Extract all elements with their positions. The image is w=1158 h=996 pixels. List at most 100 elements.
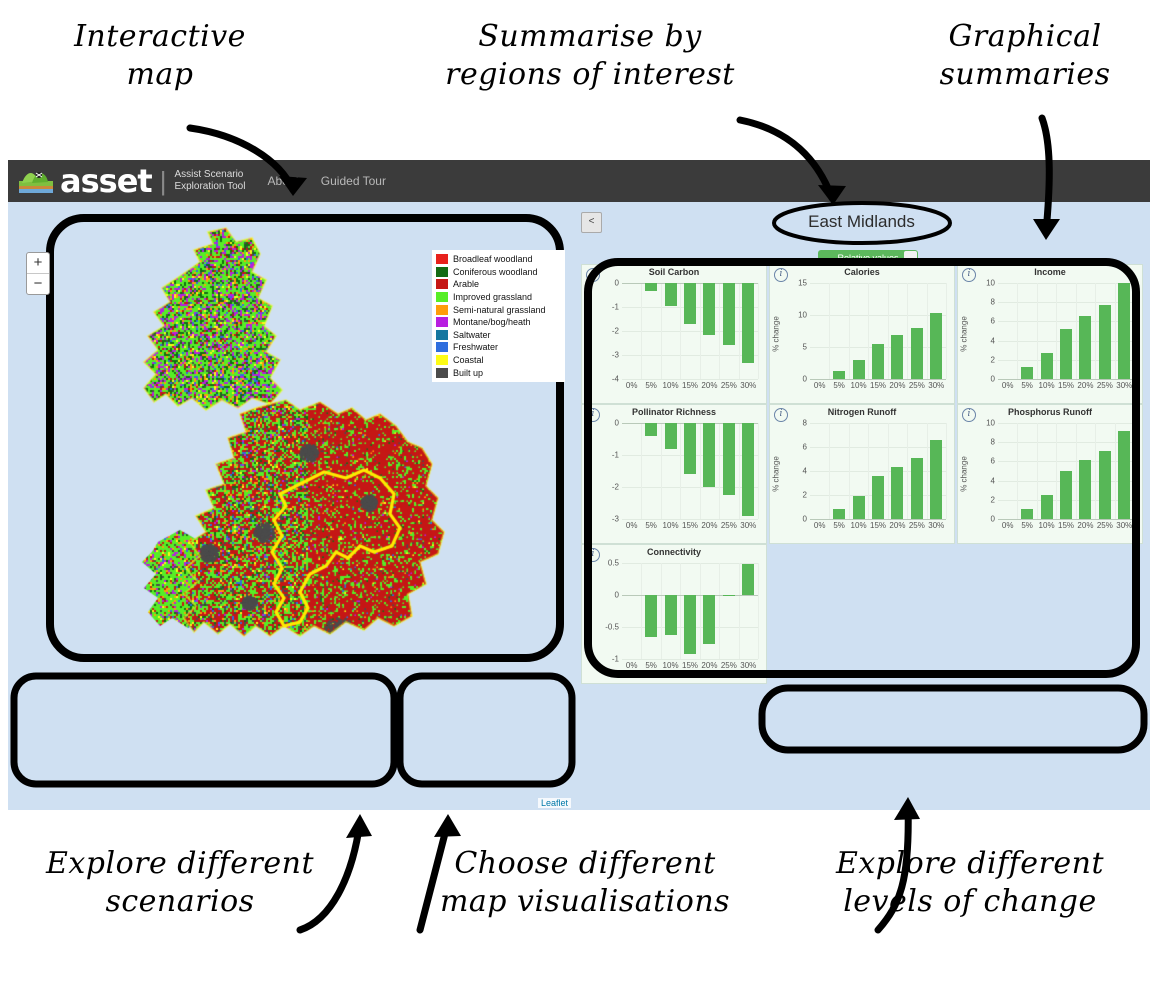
bar[interactable]: [665, 283, 677, 306]
bar[interactable]: [930, 440, 942, 519]
bar[interactable]: [1041, 353, 1053, 379]
zoom-out-button[interactable]: −: [27, 274, 49, 294]
bar[interactable]: [911, 328, 923, 379]
x-tick-label: 25%: [721, 661, 737, 670]
vertical-gridline: [1095, 423, 1096, 519]
chart-card: i Pollinator Richness% change 0 -1 -2 -3 0% 5% 1…: [581, 404, 767, 544]
legend-label: Montane/bog/heath: [453, 317, 531, 327]
bar[interactable]: [703, 595, 715, 644]
bar[interactable]: [1041, 495, 1053, 519]
vertical-gridline: [907, 423, 908, 519]
vertical-gridline: [641, 563, 642, 659]
y-tick-label: 2: [991, 495, 995, 504]
bar[interactable]: [684, 423, 696, 474]
y-tick-label: -1: [612, 303, 619, 312]
chart-title: Calories: [770, 267, 954, 277]
bar[interactable]: [891, 335, 903, 379]
bar[interactable]: [684, 595, 696, 654]
bar[interactable]: [930, 313, 942, 379]
bar[interactable]: [1060, 471, 1072, 519]
y-tick-label: 0: [615, 279, 619, 288]
x-tick-label: 25%: [721, 381, 737, 390]
chart-title: Soil Carbon: [582, 267, 766, 277]
vertical-gridline: [1076, 423, 1077, 519]
bar[interactable]: [853, 496, 865, 519]
legend-item: Built up: [436, 366, 561, 379]
annotation-interactive-map: Interactive map: [20, 18, 300, 95]
nav-link-about[interactable]: About: [267, 174, 298, 188]
y-tick-label: -3: [612, 351, 619, 360]
bar[interactable]: [1118, 431, 1130, 519]
bar[interactable]: [1079, 316, 1091, 379]
chart-card: i Soil Carbon% change 0 -1 -2 -3 -4 0% 5% 10% 15% 2…: [581, 264, 767, 404]
y-axis-label: % change: [583, 456, 592, 492]
zero-line: [998, 379, 1134, 380]
bar[interactable]: [742, 564, 754, 595]
bar[interactable]: [665, 423, 677, 449]
x-tick-label: 0%: [626, 661, 638, 670]
bar[interactable]: [723, 423, 735, 495]
zoom-in-button[interactable]: +: [27, 253, 49, 274]
bar[interactable]: [723, 595, 735, 596]
y-tick-label: 0: [615, 591, 619, 600]
chart-grid: i Soil Carbon% change 0 -1 -2 -3 -4 0% 5% 10% 15% 2…: [581, 264, 1143, 684]
bar[interactable]: [833, 509, 845, 519]
bar[interactable]: [645, 595, 657, 637]
x-tick-label: 10%: [1039, 381, 1055, 390]
vertical-gridline: [849, 283, 850, 379]
bar[interactable]: [1118, 283, 1130, 379]
bar[interactable]: [703, 423, 715, 487]
x-tick-label: 10%: [663, 521, 679, 530]
bar[interactable]: [833, 371, 845, 379]
bar[interactable]: [665, 595, 677, 635]
vertical-gridline: [1115, 283, 1116, 379]
legend-swatch: [436, 305, 448, 315]
x-tick-label: 5%: [833, 521, 845, 530]
gridline: [622, 659, 758, 660]
x-tick-label: 0%: [814, 521, 826, 530]
leaflet-attribution[interactable]: Leaflet: [538, 798, 571, 808]
x-tick-label: 20%: [701, 381, 717, 390]
bar[interactable]: [742, 283, 754, 363]
x-tick-label: 5%: [833, 381, 845, 390]
bar[interactable]: [645, 423, 657, 436]
nav-link-guided-tour[interactable]: Guided Tour: [321, 174, 386, 188]
bar[interactable]: [911, 458, 923, 519]
bar[interactable]: [684, 283, 696, 324]
legend-swatch: [436, 330, 448, 340]
legend-swatch: [436, 342, 448, 352]
bar[interactable]: [1021, 367, 1033, 379]
bar[interactable]: [742, 423, 754, 516]
bar[interactable]: [645, 283, 657, 291]
y-tick-label: -4: [612, 375, 619, 384]
map-zoom-controls[interactable]: + −: [26, 252, 50, 295]
bar[interactable]: [1099, 305, 1111, 379]
nav-links: About Guided Tour: [267, 174, 386, 188]
bar[interactable]: [1021, 509, 1033, 519]
asset-application-window: asset | Assist Scenario Exploration Tool…: [8, 160, 1150, 810]
bar[interactable]: [703, 283, 715, 335]
bar[interactable]: [853, 360, 865, 379]
x-tick-label: 5%: [645, 381, 657, 390]
vertical-gridline: [758, 563, 759, 659]
bar[interactable]: [872, 344, 884, 379]
x-tick-label: 15%: [870, 521, 886, 530]
y-tick-label: 8: [991, 438, 995, 447]
interactive-map[interactable]: + − Broadleaf woodland Coniferous woodlan…: [8, 202, 573, 810]
vertical-gridline: [680, 283, 681, 379]
legend-swatch: [436, 317, 448, 327]
x-tick-label: 0%: [626, 381, 638, 390]
x-tick-label: 5%: [1021, 521, 1033, 530]
bar[interactable]: [1060, 329, 1072, 379]
y-tick-label: 4: [991, 336, 995, 345]
y-tick-label: 4: [803, 467, 807, 476]
bar[interactable]: [872, 476, 884, 519]
bar[interactable]: [891, 467, 903, 519]
vertical-gridline: [849, 423, 850, 519]
y-tick-label: 10: [798, 311, 807, 320]
bar[interactable]: [1099, 451, 1111, 519]
bar[interactable]: [723, 283, 735, 345]
y-axis-label: % change: [771, 456, 780, 492]
vertical-gridline: [641, 423, 642, 519]
bar[interactable]: [1079, 460, 1091, 519]
